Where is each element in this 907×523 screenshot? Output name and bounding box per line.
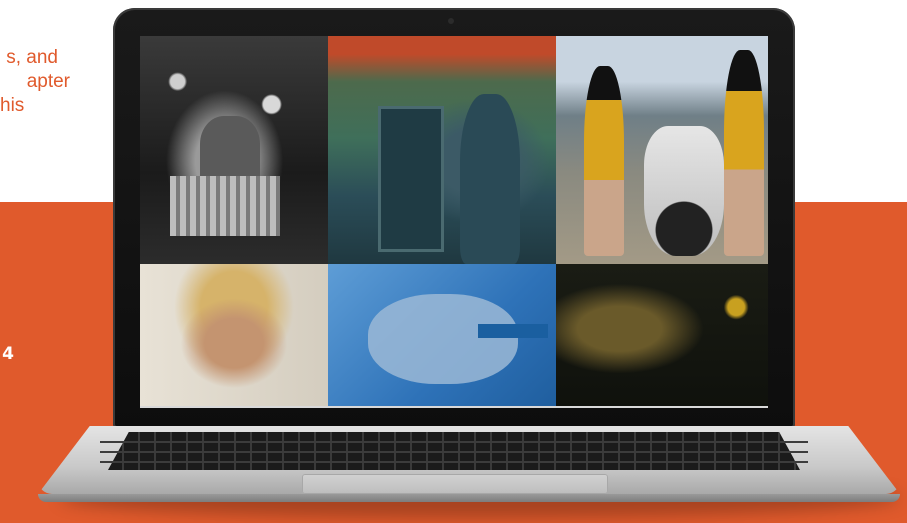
figure-yellow-dress: [584, 66, 624, 256]
figure-silhouette: [460, 94, 520, 264]
figure-yellow-dress: [724, 50, 764, 256]
keyboard-row-divider: [100, 441, 808, 443]
artwork-dark-portrait[interactable]: [556, 264, 768, 408]
artwork-market-stall-photo[interactable]: [140, 36, 328, 264]
artwork-three-women-motorcycle[interactable]: [556, 36, 768, 264]
intro-line: apter: [26, 71, 70, 92]
artwork-phone-booth-painting[interactable]: [328, 36, 556, 264]
camera-icon: [448, 18, 454, 24]
screen-divider: [140, 406, 768, 408]
stat-number: 4: [2, 344, 14, 364]
hands-shape: [368, 294, 518, 384]
stall-display: [170, 176, 280, 236]
phone-booth: [378, 106, 444, 252]
artwork-blonde-portrait[interactable]: [140, 264, 328, 408]
trackpad[interactable]: [302, 474, 608, 494]
laptop-lid: [113, 8, 795, 428]
laptop-front-edge: [38, 494, 900, 502]
intro-paragraph: s, and apter his: [0, 46, 120, 118]
intro-line: s, and: [6, 47, 58, 68]
motorcycle: [644, 126, 724, 256]
pixel-block: [478, 324, 548, 338]
intro-line: his: [0, 95, 25, 116]
keyboard-row-divider: [100, 451, 808, 453]
artwork-hands-over-face[interactable]: [328, 264, 556, 408]
keyboard-row-divider: [100, 461, 808, 463]
laptop-screen: [140, 36, 768, 408]
